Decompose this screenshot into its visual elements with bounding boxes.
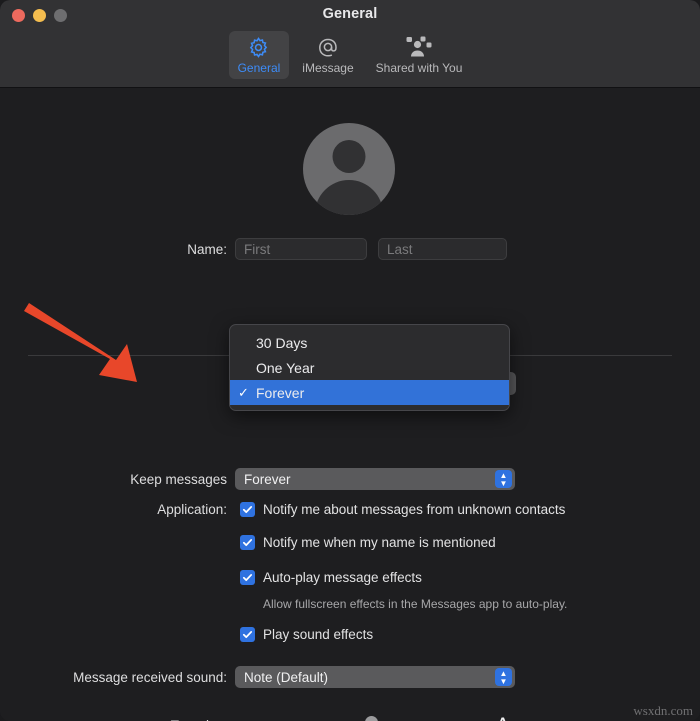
menu-check-icon: ✓ xyxy=(238,384,249,400)
tab-imessage[interactable]: iMessage xyxy=(293,31,362,79)
first-name-input[interactable] xyxy=(235,238,367,260)
checkbox-label: Play sound effects xyxy=(263,627,374,642)
tab-general[interactable]: General xyxy=(228,31,290,79)
text-size-slider[interactable] xyxy=(254,715,488,721)
gear-icon xyxy=(247,35,270,59)
keep-messages-row: Keep messages Forever ▲ ▼ xyxy=(0,468,700,490)
menu-item-forever[interactable]: ✓ Forever xyxy=(230,380,509,405)
menu-item-label: Forever xyxy=(256,384,305,401)
window-title: General xyxy=(322,6,378,22)
checkbox-label: Auto-play message effects xyxy=(263,570,422,585)
shared-with-you-icon xyxy=(406,35,432,59)
checkbox-notify-unknown-contacts[interactable] xyxy=(240,502,255,517)
message-received-sound-label: Message received sound: xyxy=(73,669,227,685)
name-label: Name: xyxy=(187,241,227,257)
person-placeholder-icon[interactable] xyxy=(303,123,395,215)
application-label: Application: xyxy=(157,502,227,517)
checkbox-notify-name-mentioned[interactable] xyxy=(240,535,255,550)
checkbox-autoplay-message-effects[interactable] xyxy=(240,570,255,585)
avatar-head xyxy=(332,140,366,173)
slider-thumb[interactable] xyxy=(365,716,379,721)
checkbox-row-unknown-contacts[interactable]: Notify me about messages from unknown co… xyxy=(240,502,565,517)
tab-general-label: General xyxy=(237,61,281,75)
menu-item-label: One Year xyxy=(256,359,315,376)
checkbox-row-name-mentioned[interactable]: Notify me when my name is mentioned xyxy=(240,535,496,550)
message-received-sound-value: Note (Default) xyxy=(244,669,329,685)
preferences-window: General General iMessage Shared with You… xyxy=(0,0,700,721)
tab-shared-with-you-label: Shared with You xyxy=(375,61,463,75)
checkbox-label: Notify me when my name is mentioned xyxy=(263,535,496,550)
message-received-sound-select[interactable]: Note (Default) ▲ ▼ xyxy=(235,666,515,688)
stepper-up-down-icon: ▲ ▼ xyxy=(495,668,512,686)
toolbar-tabs: General iMessage Shared with You xyxy=(0,31,700,79)
last-name-input[interactable] xyxy=(378,238,507,260)
tab-shared-with-you[interactable]: Shared with You xyxy=(367,31,472,79)
avatar-body xyxy=(315,180,383,215)
text-size-slider-row: A A xyxy=(240,712,510,721)
window-toolbar: General General iMessage Shared with You xyxy=(0,0,700,88)
autoplay-subtext: Allow fullscreen effects in the Messages… xyxy=(263,597,568,611)
menu-item-30-days[interactable]: 30 Days xyxy=(230,330,509,355)
at-sign-icon xyxy=(316,35,340,59)
menu-item-label: 30 Days xyxy=(256,334,308,351)
name-row: Name: xyxy=(0,238,700,260)
keep-messages-label: Keep messages xyxy=(130,471,227,487)
keep-messages-value: Forever xyxy=(244,471,291,487)
message-received-sound-row: Message received sound: Note (Default) ▲… xyxy=(0,666,700,688)
preferences-content: Name: Set up Name and Photo Sharing... K… xyxy=(0,88,700,721)
checkbox-label: Notify me about messages from unknown co… xyxy=(263,502,566,517)
checkbox-play-sound-effects[interactable] xyxy=(240,627,255,642)
tab-imessage-label: iMessage xyxy=(302,61,354,75)
checkbox-row-autoplay-effects[interactable]: Auto-play message effects xyxy=(240,570,422,585)
keep-messages-select[interactable]: Forever ▲ ▼ xyxy=(235,468,515,490)
checkbox-row-play-sound-effects[interactable]: Play sound effects xyxy=(240,627,373,642)
large-a-icon: A xyxy=(495,715,510,721)
keep-messages-dropdown-menu[interactable]: 30 Days One Year ✓ Forever xyxy=(229,324,510,411)
watermark: wsxdn.com xyxy=(633,703,693,718)
menu-item-one-year[interactable]: One Year xyxy=(230,355,509,380)
stepper-up-down-icon: ▲ ▼ xyxy=(495,470,512,488)
